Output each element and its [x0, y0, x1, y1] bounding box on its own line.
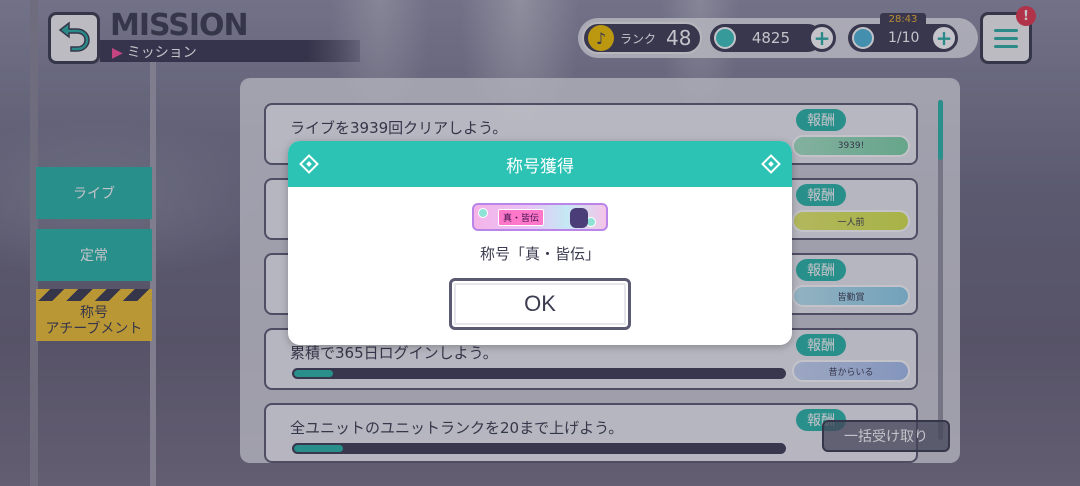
- dialog-header: 称号獲得: [288, 141, 792, 187]
- acquired-title-name: 称号「真・皆伝」: [479, 245, 600, 263]
- diamond-icon: [299, 154, 319, 174]
- character-figure-icon: [570, 208, 588, 228]
- dialog-title: 称号獲得: [506, 156, 574, 177]
- title-plate-image: 真・皆伝: [472, 203, 608, 231]
- title-plate-tag: 真・皆伝: [498, 208, 545, 226]
- ok-button[interactable]: OK: [449, 278, 631, 330]
- diamond-icon: [761, 154, 781, 174]
- title-acquired-dialog: 称号獲得 真・皆伝 称号「真・皆伝」 OK: [288, 141, 792, 345]
